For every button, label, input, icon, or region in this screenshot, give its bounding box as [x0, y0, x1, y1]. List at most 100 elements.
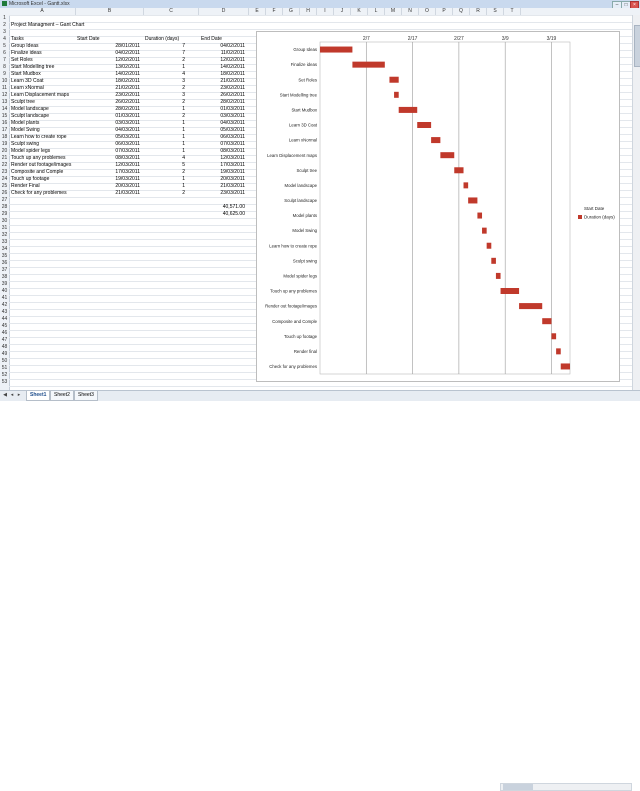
- duration-cell[interactable]: 1: [145, 183, 185, 190]
- duration-cell[interactable]: 2: [145, 169, 185, 176]
- column-header-r[interactable]: R: [470, 8, 487, 15]
- row-header[interactable]: 22: [0, 162, 9, 169]
- column-header-d[interactable]: D: [199, 8, 249, 15]
- column-header-t[interactable]: T: [504, 8, 521, 15]
- row-header[interactable]: 44: [0, 316, 9, 323]
- row-header[interactable]: 29: [0, 211, 9, 218]
- duration-cell[interactable]: 3: [145, 92, 185, 99]
- duration-cell[interactable]: 1: [145, 120, 185, 127]
- row-header[interactable]: 25: [0, 183, 9, 190]
- header-tasks-cell[interactable]: Tasks: [11, 36, 75, 43]
- task-name-cell[interactable]: Model plants: [11, 120, 75, 127]
- row-header[interactable]: 11: [0, 85, 9, 92]
- max-date-cell[interactable]: 40,625.00: [199, 211, 245, 218]
- start-date-cell[interactable]: 07/03/2011: [77, 148, 140, 155]
- duration-cell[interactable]: 1: [145, 141, 185, 148]
- row-header[interactable]: 33: [0, 239, 9, 246]
- duration-cell[interactable]: 1: [145, 127, 185, 134]
- column-header-s[interactable]: S: [487, 8, 504, 15]
- end-date-cell[interactable]: 01/03/2011: [199, 106, 245, 113]
- row-header[interactable]: 30: [0, 218, 9, 225]
- start-date-cell[interactable]: 12/03/2011: [77, 162, 140, 169]
- row-header[interactable]: 39: [0, 281, 9, 288]
- row-header[interactable]: 42: [0, 302, 9, 309]
- row-header[interactable]: 26: [0, 190, 9, 197]
- duration-cell[interactable]: 7: [145, 50, 185, 57]
- duration-cell[interactable]: 1: [145, 176, 185, 183]
- end-date-cell[interactable]: 26/02/2011: [199, 92, 245, 99]
- row-header[interactable]: 28: [0, 204, 9, 211]
- row-header[interactable]: 3: [0, 29, 9, 36]
- column-header-p[interactable]: P: [436, 8, 453, 15]
- row-header[interactable]: 32: [0, 232, 9, 239]
- row-header[interactable]: 19: [0, 141, 9, 148]
- end-date-cell[interactable]: 11/02/2011: [199, 50, 245, 57]
- row-header[interactable]: 17: [0, 127, 9, 134]
- row-header[interactable]: 49: [0, 351, 9, 358]
- task-name-cell[interactable]: Learn 3D Coat: [11, 78, 75, 85]
- task-name-cell[interactable]: Set Roles: [11, 57, 75, 64]
- row-header[interactable]: 48: [0, 344, 9, 351]
- task-name-cell[interactable]: Learn how to create rope: [11, 134, 75, 141]
- row-header[interactable]: 12: [0, 92, 9, 99]
- gantt-chart[interactable]: 2/7 2/17 2/27 3/9 3/19 Group Ideas Finalize id…: [256, 31, 620, 382]
- start-date-cell[interactable]: 01/03/2011: [77, 113, 140, 120]
- task-name-cell[interactable]: Sculpt swing: [11, 141, 75, 148]
- duration-cell[interactable]: 4: [145, 71, 185, 78]
- row-header[interactable]: 23: [0, 169, 9, 176]
- end-date-cell[interactable]: 04/03/2011: [199, 120, 245, 127]
- row-header[interactable]: 7: [0, 57, 9, 64]
- start-date-cell[interactable]: 26/02/2011: [77, 99, 140, 106]
- task-name-cell[interactable]: Model spider legs: [11, 148, 75, 155]
- task-name-cell[interactable]: Start Modelling tree: [11, 64, 75, 71]
- duration-cell[interactable]: 2: [145, 57, 185, 64]
- start-date-cell[interactable]: 04/03/2011: [77, 127, 140, 134]
- end-date-cell[interactable]: 23/03/2011: [199, 190, 245, 197]
- task-name-cell[interactable]: Touch up any problemes: [11, 155, 75, 162]
- row-header[interactable]: 50: [0, 358, 9, 365]
- end-date-cell[interactable]: 17/03/2011: [199, 162, 245, 169]
- row-header[interactable]: 40: [0, 288, 9, 295]
- task-name-cell[interactable]: Finalize ideas: [11, 50, 75, 57]
- row-header[interactable]: 14: [0, 106, 9, 113]
- start-date-cell[interactable]: 03/03/2011: [77, 120, 140, 127]
- start-date-cell[interactable]: 19/03/2011: [77, 176, 140, 183]
- horizontal-scrollbar[interactable]: [500, 783, 632, 791]
- duration-cell[interactable]: 3: [145, 78, 185, 85]
- column-header-k[interactable]: K: [351, 8, 368, 15]
- row-header[interactable]: 34: [0, 246, 9, 253]
- vertical-scroll-thumb[interactable]: [634, 25, 640, 67]
- duration-cell[interactable]: 4: [145, 155, 185, 162]
- column-header-o[interactable]: O: [419, 8, 436, 15]
- row-header[interactable]: 8: [0, 64, 9, 71]
- start-date-cell[interactable]: 23/02/2011: [77, 92, 140, 99]
- end-date-cell[interactable]: 12/03/2011: [199, 155, 245, 162]
- task-name-cell[interactable]: Sculpt tree: [11, 99, 75, 106]
- start-date-cell[interactable]: 20/03/2011: [77, 183, 140, 190]
- row-header[interactable]: 38: [0, 274, 9, 281]
- vertical-scrollbar[interactable]: [632, 15, 640, 390]
- start-date-cell[interactable]: 28/01/2011: [77, 43, 140, 50]
- task-name-cell[interactable]: Model landscape: [11, 106, 75, 113]
- row-header[interactable]: 2: [0, 22, 9, 29]
- duration-cell[interactable]: 7: [145, 43, 185, 50]
- start-date-cell[interactable]: 17/03/2011: [77, 169, 140, 176]
- duration-cell[interactable]: 2: [145, 113, 185, 120]
- duration-cell[interactable]: 2: [145, 190, 185, 197]
- row-header[interactable]: 37: [0, 267, 9, 274]
- row-header[interactable]: 43: [0, 309, 9, 316]
- column-header-j[interactable]: J: [334, 8, 351, 15]
- row-header[interactable]: 47: [0, 337, 9, 344]
- horizontal-scroll-thumb[interactable]: [503, 784, 533, 790]
- column-header-b[interactable]: B: [76, 8, 144, 15]
- task-name-cell[interactable]: Check for any problemes: [11, 190, 75, 197]
- start-date-cell[interactable]: 18/02/2011: [77, 78, 140, 85]
- column-header-a[interactable]: A: [9, 8, 76, 15]
- end-date-cell[interactable]: 20/03/2011: [199, 176, 245, 183]
- column-header-n[interactable]: N: [402, 8, 419, 15]
- row-header[interactable]: 5: [0, 43, 9, 50]
- task-name-cell[interactable]: Start Mudbox: [11, 71, 75, 78]
- column-header-i[interactable]: I: [317, 8, 334, 15]
- duration-cell[interactable]: 1: [145, 134, 185, 141]
- row-header[interactable]: 16: [0, 120, 9, 127]
